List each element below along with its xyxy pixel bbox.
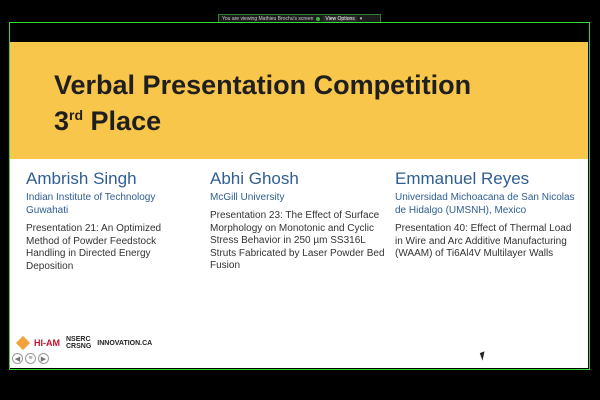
share-status-icon [316,16,321,21]
presenter-name: Emmanuel Reyes [395,169,530,188]
presenter-2: Abhi Ghosh McGill University Presentatio… [210,169,385,273]
slide-nav-controls: ◀ ≡ ▶ [12,353,49,364]
presenter-name: Ambrish Singh [26,169,137,188]
presenter-1: Ambrish Singh Indian Institute of Techno… [26,169,196,273]
chevron-down-icon[interactable]: ▾ [360,16,363,22]
maple-leaf-icon [15,335,31,351]
nserc-logo: NSERC CRSNG [66,336,92,350]
presenter-name: Abhi Ghosh [210,169,299,188]
sponsor-logos: HI-AM NSERC CRSNG INNOVATION.CA [15,332,153,354]
hiam-logo: HI-AM [34,338,60,348]
slide-menu-icon[interactable]: ≡ [25,353,36,364]
presenter-3: Emmanuel Reyes Universidad Michoacana de… [395,169,575,261]
next-slide-icon[interactable]: ▶ [38,353,49,364]
presentation-title: Presentation 40: Effect of Thermal Load … [395,223,572,259]
presentation-slide: Verbal Presentation Competition 3rd Plac… [10,42,588,368]
presentation-title: Presentation 23: The Effect of Surface M… [210,210,385,271]
screen-share-text: You are viewing Mathieu Brochu's screen [222,15,314,22]
presenter-institution: Indian Institute of Technology Guwahati [26,192,156,216]
presentation-title: Presentation 21: An Optimized Method of … [26,223,162,272]
presenter-institution: Universidad Michoacana de San Nicolas de… [395,192,575,216]
previous-slide-icon[interactable]: ◀ [12,353,23,364]
slide-title: Verbal Presentation Competition 3rd Plac… [54,70,471,136]
slide-title-place: 3rd Place [54,106,162,136]
presenter-institution: McGill University [210,192,285,203]
slide-title-main: Verbal Presentation Competition [54,70,472,100]
innovation-logo: INNOVATION.CA [97,339,153,347]
view-options-button[interactable]: View Options [323,15,357,22]
